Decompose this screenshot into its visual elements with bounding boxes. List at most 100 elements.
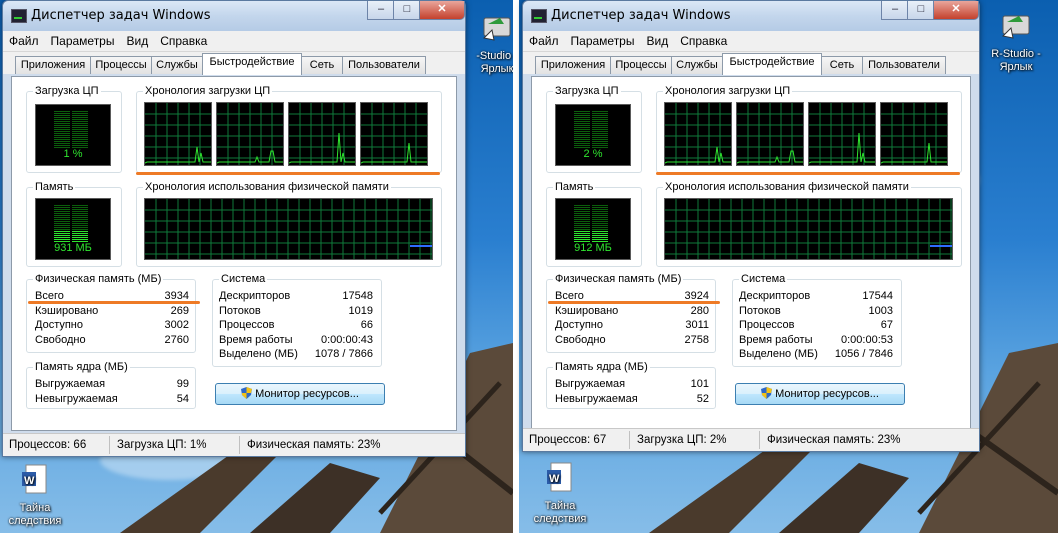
cpu-history-core-4-graph [361, 103, 427, 165]
meter-segment [592, 223, 608, 224]
task-manager-app-icon [531, 9, 547, 23]
maximize-button[interactable]: □ [907, 1, 935, 20]
highlight-cpu-history [656, 172, 960, 175]
menu-options[interactable]: Параметры [45, 31, 121, 48]
tab-network[interactable]: Сеть [301, 56, 343, 74]
menu-view[interactable]: Вид [120, 31, 154, 48]
meter-segment [72, 213, 88, 214]
tab-network[interactable]: Сеть [821, 56, 863, 74]
svg-text:W: W [549, 473, 560, 485]
system-group: Система Дескрипторов 17544 Потоков 1003 Пр… [732, 273, 902, 367]
meter-segment [574, 221, 590, 222]
meter-segment [574, 137, 590, 138]
document-shortcut[interactable]: W Тайна следствия [525, 460, 595, 526]
menu-options[interactable]: Параметры [565, 31, 641, 48]
row-key: Время работы [739, 333, 813, 346]
tab-users[interactable]: Пользователи [342, 56, 426, 74]
tab-services[interactable]: Службы [151, 56, 203, 74]
meter-segment [72, 129, 88, 130]
row-key: Невыгружаемая [35, 392, 118, 405]
performance-panel: Загрузка ЦП 2 % Хронология загрузки ЦП П… [531, 76, 971, 431]
system-title: Система [739, 273, 788, 285]
meter-segment [574, 237, 590, 238]
meter-segment [54, 239, 70, 240]
close-button[interactable]: ✕ [419, 1, 465, 20]
meter-segment [592, 209, 608, 210]
meter-segment [592, 113, 608, 114]
physical-memory-title: Физическая память (МБ) [33, 273, 164, 285]
meter-segment [54, 115, 70, 116]
meter-segment [574, 235, 590, 236]
tab-performance[interactable]: Быстродействие [202, 53, 302, 75]
menu-file[interactable]: Файл [523, 31, 565, 48]
window-titlebar[interactable]: Диспетчер задач Windows – □ ✕ [523, 1, 979, 31]
meter-segment [72, 229, 88, 230]
menu-help[interactable]: Справка [674, 31, 733, 48]
maximize-button[interactable]: □ [393, 1, 421, 20]
menu-file[interactable]: Файл [3, 31, 45, 48]
tab-processes[interactable]: Процессы [610, 56, 672, 74]
meter-segment [592, 213, 608, 214]
rstudio-shortcut-label: -Studio - Ярлык [476, 50, 513, 75]
meter-segment [54, 111, 70, 112]
meter-segment [592, 235, 608, 236]
meter-segment [592, 127, 608, 128]
meter-segment [72, 207, 88, 208]
menu-help[interactable]: Справка [154, 31, 213, 48]
menu-view[interactable]: Вид [640, 31, 674, 48]
table-row: Потоков 1019 [219, 305, 373, 320]
rstudio-shortcut[interactable]: R-Studio - Ярлык [981, 8, 1051, 74]
meter-segment [592, 231, 608, 232]
tab-processes[interactable]: Процессы [90, 56, 152, 74]
meter-segment [592, 111, 608, 112]
tab-applications[interactable]: Приложения [15, 56, 91, 74]
meter-segment [574, 209, 590, 210]
meter-segment [72, 235, 88, 236]
cpu-history-core-3 [808, 102, 876, 166]
meter-segment [54, 219, 70, 220]
meter-segment [54, 227, 70, 228]
tab-performance[interactable]: Быстродействие [722, 53, 822, 75]
meter-segment [54, 205, 70, 206]
cpu-history-core-2 [216, 102, 284, 166]
resource-monitor-label: Монитор ресурсов... [255, 388, 359, 400]
tab-services[interactable]: Службы [671, 56, 723, 74]
document-shortcut[interactable]: W Тайна следствия [0, 462, 70, 528]
meter-segment [592, 135, 608, 136]
minimize-button[interactable]: – [881, 1, 909, 20]
meter-segment [592, 211, 608, 212]
rstudio-shortcut[interactable]: -Studio - Ярлык [462, 10, 513, 76]
table-row: Время работы 0:00:00:53 [739, 334, 893, 349]
resource-monitor-button[interactable]: Монитор ресурсов... [735, 383, 905, 405]
meter-segment [54, 233, 70, 234]
meter-segment [54, 125, 70, 126]
cpu-history-core-4-graph [881, 103, 947, 165]
row-value: 52 [696, 392, 709, 405]
meter-segment [574, 205, 590, 206]
close-button[interactable]: ✕ [933, 1, 979, 20]
word-document-icon: W [22, 464, 47, 494]
row-key: Дескрипторов [739, 290, 811, 302]
table-row: Кэшировано 280 [555, 305, 709, 320]
row-key: Доступно [35, 319, 84, 332]
memory-group: Память 912 МБ [546, 181, 642, 267]
table-row: Невыгружаемая 52 [555, 393, 709, 408]
row-key: Доступно [555, 319, 604, 332]
tab-applications[interactable]: Приложения [535, 56, 611, 74]
resource-monitor-button[interactable]: Монитор ресурсов... [215, 383, 385, 405]
memory-value: 931 МБ [54, 242, 92, 254]
row-value: 269 [170, 304, 189, 317]
minimize-button[interactable]: – [367, 1, 395, 20]
meter-segment [54, 235, 70, 236]
cpu-history-core-3-graph [289, 103, 355, 165]
menu-bar: Файл Параметры Вид Справка [3, 31, 465, 52]
tab-users[interactable]: Пользователи [862, 56, 946, 74]
meter-segment [72, 211, 88, 212]
meter-segment [54, 225, 70, 226]
window-titlebar[interactable]: Диспетчер задач Windows – □ ✕ [3, 1, 465, 31]
meter-segment [592, 129, 608, 130]
table-row: Процессов 67 [739, 319, 893, 334]
memory-history-group: Хронология использования физической памя… [136, 181, 442, 267]
meter-segment [574, 213, 590, 214]
row-key: Выделено (МБ) [219, 348, 298, 361]
